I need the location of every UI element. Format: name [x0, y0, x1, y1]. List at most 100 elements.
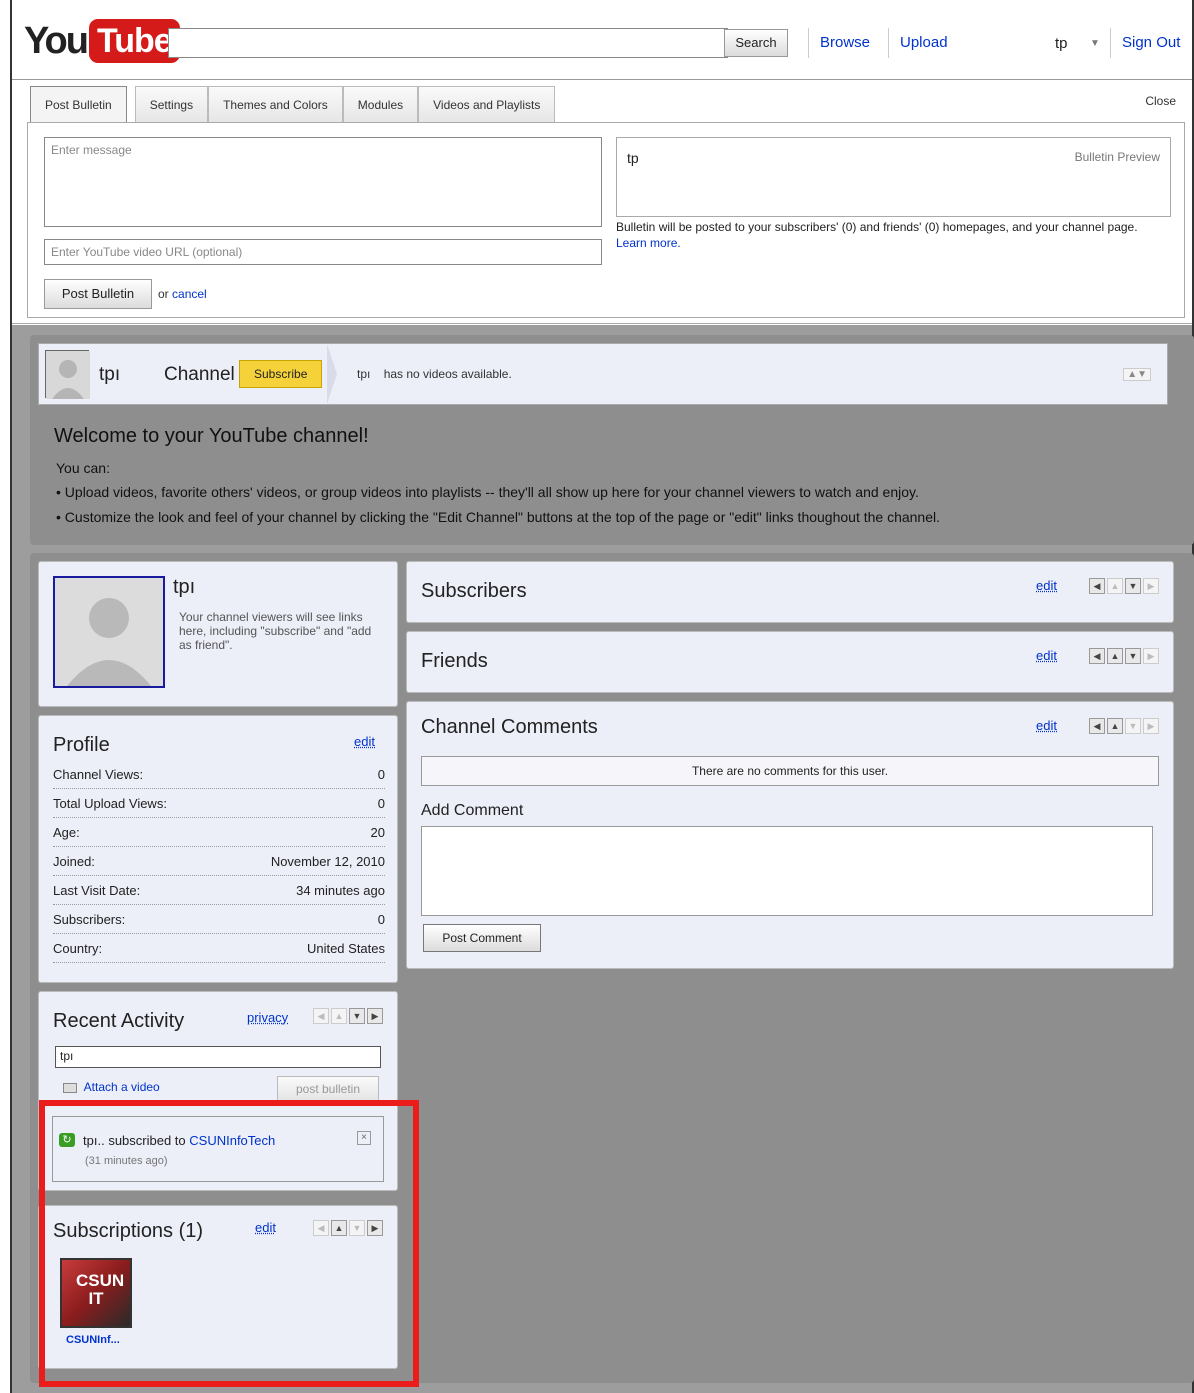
bulletin-preview: tp Bulletin Preview [616, 137, 1171, 217]
welcome-title: Welcome to your YouTube channel! [54, 425, 369, 447]
tab-modules[interactable]: Modules [342, 86, 419, 122]
post-bulletin-small-button[interactable]: post bulletin [277, 1076, 379, 1102]
subscribers-box: Subscribers edit ◀ ▲ ▼ ▶ [406, 561, 1174, 623]
move-down-icon[interactable]: ▼ [349, 1220, 365, 1236]
comments-edit-link[interactable]: edit [1036, 718, 1057, 733]
youtube-logo[interactable]: You Tube [24, 18, 180, 64]
move-left-icon[interactable]: ◀ [1089, 578, 1105, 594]
video-url-input[interactable]: Enter YouTube video URL (optional) [44, 239, 602, 265]
avatar[interactable] [53, 576, 165, 688]
move-controls: ◀ ▲ ▼ ▶ [313, 1008, 383, 1024]
channel-background: tpı Channel Subscribe tpı has no videos … [12, 325, 1194, 1393]
bulletin-note: Bulletin will be posted to your subscrib… [616, 219, 1171, 251]
no-comments-message: There are no comments for this user. [421, 756, 1159, 786]
activity-channel-link[interactable]: CSUNInfoTech [189, 1133, 275, 1148]
no-videos-message: tpı has no videos available. [357, 367, 512, 381]
profile-value: 20 [370, 825, 385, 840]
move-up-icon[interactable]: ▲ [331, 1008, 347, 1024]
channel-editor: Post Bulletin Settings Themes and Colors… [12, 80, 1192, 324]
post-bulletin-button[interactable]: Post Bulletin [44, 279, 152, 309]
channel-bar: tpı Channel Subscribe tpı has no videos … [38, 343, 1168, 405]
welcome-item: • Upload videos, favorite others' videos… [56, 484, 919, 500]
tab-videos-playlists[interactable]: Videos and Playlists [418, 86, 556, 122]
move-up-icon[interactable]: ▲ [331, 1220, 347, 1236]
move-right-icon[interactable]: ▶ [1143, 578, 1159, 594]
avatar-placeholder-icon [55, 578, 163, 686]
or-cancel: or cancel [158, 287, 207, 301]
subscription-caption-link[interactable]: CSUNInf... [66, 1334, 120, 1346]
subscriptions-edit-link[interactable]: edit [255, 1220, 276, 1235]
move-left-icon[interactable]: ◀ [313, 1008, 329, 1024]
sign-out-link[interactable]: Sign Out [1122, 34, 1180, 51]
thumbnail-line: IT [88, 1289, 104, 1308]
move-down-icon[interactable]: ▼ [1125, 648, 1141, 664]
profile-row: Joined: November 12, 2010 [53, 847, 385, 876]
move-right-icon[interactable]: ▶ [1143, 648, 1159, 664]
activity-input[interactable]: tpı [55, 1046, 381, 1068]
preview-username: tp [627, 150, 639, 166]
no-videos-user: tpı [357, 367, 371, 381]
activity-action: subscribed to [108, 1133, 186, 1148]
user-card-name: tpı [173, 576, 196, 598]
profile-row: Country: United States [53, 934, 385, 963]
close-editor-link[interactable]: Close [1145, 94, 1176, 108]
comment-textarea[interactable] [421, 826, 1153, 916]
move-right-icon[interactable]: ▶ [367, 1220, 383, 1236]
move-down-icon[interactable]: ▼ [1125, 578, 1141, 594]
attach-video[interactable]: Attach a video [63, 1080, 160, 1094]
profile-edit-link[interactable]: edit [354, 734, 375, 749]
move-left-icon[interactable]: ◀ [1089, 648, 1105, 664]
move-controls[interactable]: ▲▼ [1123, 368, 1151, 381]
subscription-thumbnail[interactable]: CSUN IT [60, 1258, 132, 1328]
move-left-icon[interactable]: ◀ [313, 1220, 329, 1236]
chevron-down-icon[interactable]: ▼ [1090, 38, 1100, 49]
privacy-link[interactable]: privacy [247, 1010, 288, 1025]
user-card: tpı Your channel viewers will see links … [38, 561, 398, 707]
move-up-icon[interactable]: ▲ [1107, 578, 1123, 594]
move-up-icon[interactable]: ▲ [1107, 648, 1123, 664]
channel-comments-box: Channel Comments edit ◀ ▲ ▼ ▶ There are … [406, 701, 1174, 969]
tab-post-bulletin[interactable]: Post Bulletin [30, 86, 127, 123]
friends-box: Friends edit ◀ ▲ ▼ ▶ [406, 631, 1174, 693]
welcome-item: • Customize the look and feel of your ch… [56, 509, 941, 525]
or-text: or [158, 287, 169, 301]
attach-video-link[interactable]: Attach a video [84, 1080, 160, 1094]
profile-title: Profile [53, 734, 110, 756]
divider [1110, 28, 1111, 58]
search-input[interactable] [168, 28, 728, 58]
move-left-icon[interactable]: ◀ [1089, 718, 1105, 734]
channel-username: tpı [99, 364, 121, 385]
thumbnail-line: CSUN [76, 1271, 125, 1290]
profile-label: Last Visit Date: [53, 883, 141, 898]
close-icon[interactable]: × [357, 1131, 371, 1145]
post-comment-button[interactable]: Post Comment [423, 924, 541, 952]
move-down-icon[interactable]: ▼ [1125, 718, 1141, 734]
welcome-list: • Upload videos, favorite others' videos… [56, 484, 940, 534]
learn-more-link[interactable]: Learn more. [616, 236, 681, 250]
avatar[interactable] [45, 350, 90, 399]
subscribe-activity-icon: ↻ [59, 1133, 75, 1147]
friends-edit-link[interactable]: edit [1036, 648, 1057, 663]
username-menu[interactable]: tp [1055, 35, 1068, 52]
move-right-icon[interactable]: ▶ [367, 1008, 383, 1024]
upload-link[interactable]: Upload [900, 34, 948, 51]
move-controls: ◀ ▲ ▼ ▶ [1089, 718, 1159, 734]
divider [808, 28, 809, 58]
profile-value: 34 minutes ago [296, 883, 385, 898]
message-textarea[interactable]: Enter message [44, 137, 602, 227]
subscribers-edit-link[interactable]: edit [1036, 578, 1057, 593]
subscribe-button[interactable]: Subscribe [239, 360, 323, 388]
browse-link[interactable]: Browse [820, 34, 870, 51]
arrow-separator [327, 344, 337, 404]
tab-themes-colors[interactable]: Themes and Colors [208, 86, 343, 122]
move-right-icon[interactable]: ▶ [1143, 718, 1159, 734]
top-bar: You Tube Search Browse Upload tp ▼ Sign … [12, 0, 1192, 80]
logo-you-text: You [24, 19, 89, 62]
tab-settings[interactable]: Settings [134, 86, 209, 122]
activity-item: ↻ tpı.. subscribed to CSUNInfoTech (31 m… [52, 1116, 384, 1182]
move-down-icon[interactable]: ▼ [349, 1008, 365, 1024]
search-button[interactable]: Search [724, 29, 788, 57]
move-up-icon[interactable]: ▲ [1107, 718, 1123, 734]
cancel-link[interactable]: cancel [172, 287, 207, 301]
activity-text: tpı.. subscribed to CSUNInfoTech [83, 1133, 275, 1148]
